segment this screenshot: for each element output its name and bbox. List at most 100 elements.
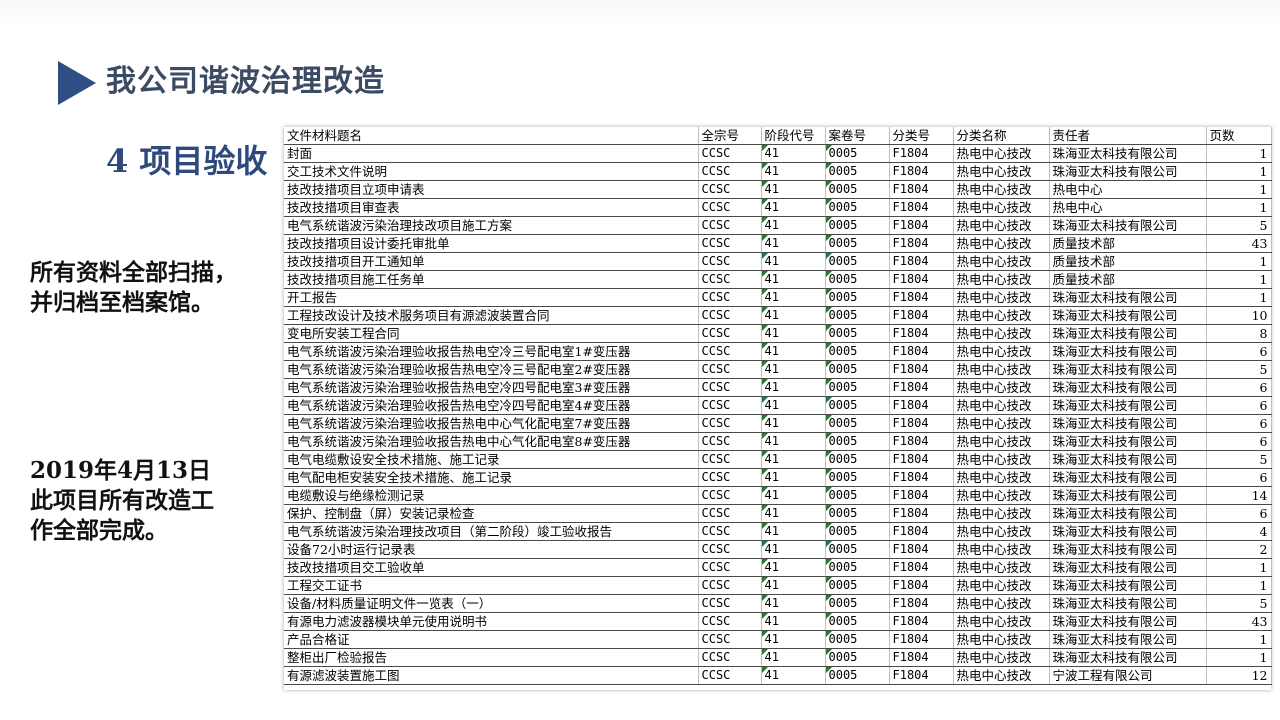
table-row: 电气电缆敷设安全技术措施、施工记录 CCSC 41 0005 F1804 热电中心技改 珠海…	[284, 450, 1272, 469]
cell-fonds-no: CCSC	[698, 414, 762, 433]
cell-title: 有源滤波装置施工图	[284, 666, 699, 685]
table-row: 电气系统谐波污染治理技改项目施工方案 CCSC 41 0005 F1804 热电中心技改珠…	[284, 216, 1272, 235]
cell-stage-code: 41	[761, 486, 826, 505]
cell-class-name: 热电中心技改	[953, 288, 1050, 307]
table-row: 电气系统谐波污染治理验收报告热电中心气化配电室8#变压器 CCSC 41 0005 F1…	[284, 432, 1272, 451]
cell-class-name: 热电中心技改	[953, 216, 1050, 235]
cell-class-no: F1804	[889, 612, 954, 631]
cell-responsible: 珠海亚太科技有限公司	[1049, 162, 1207, 181]
archive-table-image: 文件材料题名 全宗号 阶段代号 案卷号 分类号 分类名称 责任者 页数 封面 CC…	[284, 127, 1272, 690]
cell-responsible: 热电中心	[1049, 180, 1207, 199]
cell-pages: 6	[1206, 342, 1272, 361]
cell-fonds-no: CCSC	[698, 486, 762, 505]
cell-pages: 1	[1206, 270, 1272, 289]
cell-file-no: 0005	[825, 342, 890, 361]
cell-file-no: 0005	[825, 414, 890, 433]
cell-fonds-no: CCSC	[698, 576, 762, 595]
cell-class-name: 热电中心技改	[953, 558, 1050, 577]
cell-fonds-no: CCSC	[698, 468, 762, 487]
cell-title: 设备72小时运行记录表	[284, 540, 699, 559]
cell-responsible: 珠海亚太科技有限公司	[1049, 630, 1207, 649]
cell-fonds-no: CCSC	[698, 522, 762, 541]
table-row: 设备72小时运行记录表 CCSC 41 0005 F1804 热电中心技改 珠海亚太科技有限…	[284, 540, 1272, 559]
title-arrow-icon	[58, 61, 96, 105]
cell-stage-code: 41	[761, 396, 826, 415]
cell-class-name: 热电中心技改	[953, 594, 1050, 613]
cell-title: 开工报告	[284, 288, 699, 307]
cell-responsible: 珠海亚太科技有限公司	[1049, 540, 1207, 559]
cell-pages: 5	[1206, 450, 1272, 469]
cell-title: 电气系统谐波污染治理技改项目施工方案	[284, 216, 699, 235]
cell-responsible: 珠海亚太科技有限公司	[1049, 216, 1207, 235]
cell-responsible: 珠海亚太科技有限公司	[1049, 468, 1207, 487]
cell-responsible: 珠海亚太科技有限公司	[1049, 360, 1207, 379]
cell-class-name: 热电中心技改	[953, 198, 1050, 217]
cell-stage-code: 41	[761, 414, 826, 433]
cell-responsible: 珠海亚太科技有限公司	[1049, 414, 1207, 433]
cell-title: 电气系统谐波污染治理技改项目（第二阶段）竣工验收报告	[284, 522, 699, 541]
table-row: 有源电力滤波器模块单元使用说明书 CCSC 41 0005 F1804 热电中心技改 珠海亚…	[284, 612, 1272, 631]
cell-fonds-no: CCSC	[698, 216, 762, 235]
cell-stage-code: 41	[761, 450, 826, 469]
cell-class-name: 热电中心技改	[953, 612, 1050, 631]
cell-class-name: 热电中心技改	[953, 576, 1050, 595]
table-row: 封面 CCSC 41 0005 F1804 热电中心技改 珠海亚太科技有限公司 1	[284, 144, 1272, 163]
cell-file-no: 0005	[825, 450, 890, 469]
cell-fonds-no: CCSC	[698, 432, 762, 451]
cell-fonds-no: CCSC	[698, 648, 762, 667]
cell-stage-code: 41	[761, 216, 826, 235]
table-body: 封面 CCSC 41 0005 F1804 热电中心技改 珠海亚太科技有限公司 1 交工技术文件…	[284, 144, 1272, 685]
cell-responsible: 质量技术部	[1049, 234, 1207, 253]
cell-class-no: F1804	[889, 522, 954, 541]
cell-fonds-no: CCSC	[698, 252, 762, 271]
archive-note-line-2: 并归档至档案馆。	[30, 289, 214, 316]
cell-responsible: 珠海亚太科技有限公司	[1049, 522, 1207, 541]
cell-pages: 1	[1206, 630, 1272, 649]
cell-title: 电缆敷设与绝缘检测记录	[284, 486, 699, 505]
cell-class-no: F1804	[889, 360, 954, 379]
cell-title: 技改技措项目立项申请表	[284, 180, 699, 199]
cell-responsible: 珠海亚太科技有限公司	[1049, 342, 1207, 361]
cell-fonds-no: CCSC	[698, 378, 762, 397]
cell-class-name: 热电中心技改	[953, 414, 1050, 433]
cell-responsible: 珠海亚太科技有限公司	[1049, 576, 1207, 595]
cell-title: 工程交工证书	[284, 576, 699, 595]
cell-responsible: 珠海亚太科技有限公司	[1049, 648, 1207, 667]
table-row: 电缆敷设与绝缘检测记录 CCSC 41 0005 F1804 热电中心技改 珠海亚太科技有限…	[284, 486, 1272, 505]
cell-class-name: 热电中心技改	[953, 486, 1050, 505]
cell-file-no: 0005	[825, 576, 890, 595]
cell-responsible: 珠海亚太科技有限公司	[1049, 144, 1207, 163]
cell-pages: 8	[1206, 324, 1272, 343]
table-row: 技改技措项目设计委托审批单 CCSC 41 0005 F1804 热电中心技改 质量技术部 4…	[284, 234, 1272, 253]
cell-responsible: 珠海亚太科技有限公司	[1049, 558, 1207, 577]
cell-class-no: F1804	[889, 594, 954, 613]
cell-file-no: 0005	[825, 378, 890, 397]
table-row: 开工报告 CCSC 41 0005 F1804 热电中心技改 珠海亚太科技有限公司 1	[284, 288, 1272, 307]
cell-title: 封面	[284, 144, 699, 163]
cell-class-name: 热电中心技改	[953, 252, 1050, 271]
cell-title: 设备/材料质量证明文件一览表（一）	[284, 594, 699, 613]
cell-title: 电气系统谐波污染治理验收报告热电中心气化配电室8#变压器	[284, 432, 699, 451]
cell-title: 电气系统谐波污染治理验收报告热电空冷三号配电室1#变压器	[284, 342, 699, 361]
top-banner	[0, 0, 1280, 30]
cell-stage-code: 41	[761, 630, 826, 649]
cell-class-name: 热电中心技改	[953, 342, 1050, 361]
cell-responsible: 珠海亚太科技有限公司	[1049, 396, 1207, 415]
cell-class-no: F1804	[889, 468, 954, 487]
cell-fonds-no: CCSC	[698, 270, 762, 289]
cell-stage-code: 41	[761, 234, 826, 253]
cell-class-no: F1804	[889, 414, 954, 433]
cell-file-no: 0005	[825, 432, 890, 451]
cell-class-name: 热电中心技改	[953, 540, 1050, 559]
cell-responsible: 热电中心	[1049, 198, 1207, 217]
completion-note-line-3: 作全部完成。	[30, 517, 168, 544]
cell-pages: 1	[1206, 198, 1272, 217]
section-title: 4 项目验收	[106, 142, 268, 180]
cell-stage-code: 41	[761, 576, 826, 595]
table-row: 技改技措项目交工验收单 CCSC 41 0005 F1804 热电中心技改 珠海亚太科技有限…	[284, 558, 1272, 577]
cell-fonds-no: CCSC	[698, 504, 762, 523]
archive-note-line-1: 所有资料全部扫描，	[30, 259, 237, 286]
table-row: 保护、控制盘（屏）安装记录检查 CCSC 41 0005 F1804 热电中心技改 珠海亚太…	[284, 504, 1272, 523]
cell-stage-code: 41	[761, 522, 826, 541]
cell-fonds-no: CCSC	[698, 396, 762, 415]
